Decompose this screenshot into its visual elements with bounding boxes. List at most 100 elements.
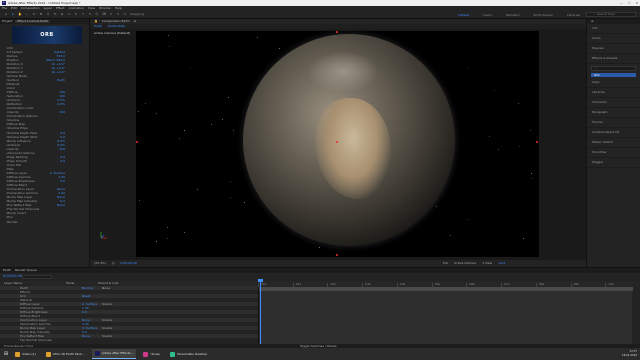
type-tool-icon[interactable]: T: [81, 13, 85, 17]
resolution-dropdown[interactable]: Full: [443, 262, 448, 265]
snapping-label[interactable]: Snapping: [130, 13, 144, 16]
eraser-tool-icon[interactable]: ⌫: [102, 13, 106, 17]
orbit-tool-icon[interactable]: ↻: [32, 13, 36, 17]
layer-mode[interactable]: Normal: [82, 286, 102, 290]
zoom-tool-icon[interactable]: ⌕: [25, 13, 29, 17]
dolly-tool-icon[interactable]: ⇕: [46, 13, 50, 17]
column-parent[interactable]: Parent & Link: [98, 281, 118, 285]
playhead-indicator[interactable]: [258, 279, 263, 345]
brush-tool-icon[interactable]: ✎: [88, 13, 92, 17]
effect-property-value[interactable]: 0x +0.0°: [52, 70, 65, 74]
menu-help[interactable]: Help: [115, 7, 122, 10]
tab-timeline-earth[interactable]: Earth: [3, 269, 11, 272]
layer-mode[interactable]: None: [82, 334, 102, 338]
system-clock[interactable]: 13:37 18-01-2022: [622, 349, 637, 359]
taskbar-app-button[interactable]: Ultra 3D Earth Pack...: [43, 349, 88, 359]
exposure-value[interactable]: +0.0: [498, 262, 505, 265]
comp-breadcrumb-earthrotate[interactable]: Earthrotate: [108, 25, 125, 28]
effect-property-value[interactable]: Earth: [57, 78, 65, 82]
effect-property-value[interactable]: 0.0: [60, 180, 65, 183]
composition-canvas[interactable]: [136, 31, 539, 257]
tab-effect-controls[interactable]: Effect Controls Earth: [15, 20, 51, 23]
view-layout-dropdown[interactable]: 1 View: [482, 262, 492, 265]
selection-tool-icon[interactable]: ➤: [11, 13, 15, 17]
roto-brush-tool-icon[interactable]: ✐: [109, 13, 113, 17]
tab-project[interactable]: Project: [2, 20, 12, 23]
layer-parent[interactable]: Source: [102, 318, 122, 322]
tab-composition[interactable]: Composition Earth: [102, 20, 130, 23]
panel-item[interactable]: Paragraph: [587, 108, 640, 118]
camera-snapshot-icon[interactable]: ◎: [112, 262, 115, 265]
panel-item[interactable]: Tracker: [587, 118, 640, 128]
effect-property-value[interactable]: None: [57, 204, 65, 207]
viewer-timecode[interactable]: 0;00;00;00: [121, 262, 137, 265]
taskbar-app-button[interactable]: Video (2): [12, 349, 39, 359]
rectangle-tool-icon[interactable]: ▭: [67, 13, 71, 17]
panel-item[interactable]: Info: [587, 24, 640, 34]
close-icon[interactable]: ✕: [635, 1, 638, 5]
panel-item[interactable]: Content-Aware Fill: [587, 128, 640, 138]
tab-render-queue[interactable]: Render Queue: [15, 269, 37, 272]
layer-row[interactable]: Flip Normal Channels: [0, 338, 258, 342]
menu-animation[interactable]: Animation: [69, 7, 84, 10]
effect-property-row[interactable]: › Render: [0, 220, 89, 224]
menu-view[interactable]: View: [88, 7, 95, 10]
column-layer-name[interactable]: Layer Name: [4, 281, 22, 285]
taskbar-app-button[interactable]: Streamlabs Desktop: [167, 349, 210, 359]
panel-item[interactable]: Preview: [587, 44, 640, 54]
menu-file[interactable]: File: [2, 7, 7, 10]
hand-tool-icon[interactable]: ✋: [18, 13, 22, 17]
effects-search-input[interactable]: ⌕: [591, 66, 636, 71]
timeline-tracks[interactable]: [258, 287, 633, 344]
effect-property-value[interactable]: 0.0%: [57, 103, 65, 106]
rotate-tool-icon[interactable]: ⟲: [53, 13, 57, 17]
panel-item[interactable]: Smoother: [587, 148, 640, 158]
effect-property-value[interactable]: 100: [59, 147, 65, 151]
windows-start-icon[interactable]: ⊞: [2, 351, 10, 357]
layer-parent[interactable]: Source: [102, 326, 122, 330]
bounding-handle-top[interactable]: [336, 31, 338, 33]
menu-composition[interactable]: Composition: [21, 7, 40, 10]
pan-tool-icon[interactable]: ✥: [39, 13, 43, 17]
panel-item[interactable]: Align: [587, 78, 640, 88]
help-search-input[interactable]: ⌕ Search Help: [586, 12, 636, 17]
layer-parent[interactable]: Source: [102, 302, 122, 306]
bounding-handle-right[interactable]: [536, 141, 538, 143]
menu-effect[interactable]: Effect: [56, 7, 65, 10]
taskbar-app-button[interactable]: iTunes: [140, 349, 162, 359]
bounding-handle-bottom[interactable]: [336, 254, 338, 256]
panel-item[interactable]: Character: [587, 98, 640, 108]
panel-menu-icon[interactable]: ≡: [591, 20, 594, 23]
comp-breadcrumb-earth[interactable]: Earth: [94, 25, 102, 28]
clone-stamp-tool-icon[interactable]: ⎘: [95, 13, 99, 17]
pan-behind-tool-icon[interactable]: ⊕: [60, 13, 64, 17]
menu-window[interactable]: Window: [99, 7, 111, 10]
effect-property-value[interactable]: 0.0: [60, 159, 65, 163]
layer-mode[interactable]: Reset: [82, 294, 102, 298]
minimize-icon[interactable]: —: [620, 1, 623, 5]
workspace-libraries[interactable]: Libraries: [567, 13, 580, 17]
panel-item[interactable]: Motion Sketch: [587, 138, 640, 148]
earth-globe[interactable]: [243, 34, 455, 246]
effect-property-value[interactable]: 100: [59, 111, 65, 114]
layer-parent[interactable]: None: [102, 286, 122, 290]
puppet-tool-icon[interactable]: ✶: [116, 13, 120, 17]
menu-layer[interactable]: Layer: [44, 7, 52, 10]
maximize-icon[interactable]: ☐: [628, 1, 631, 5]
layer-parent[interactable]: Source: [102, 334, 122, 338]
panel-item[interactable]: Libraries: [587, 88, 640, 98]
home-icon[interactable]: ⌂: [4, 13, 8, 17]
menu-edit[interactable]: Edit: [11, 7, 17, 10]
camera-view-dropdown[interactable]: Active Camera: [454, 262, 476, 265]
snapping-toggle-icon[interactable]: ☐: [123, 13, 127, 17]
zoom-dropdown[interactable]: (33.3%): [94, 262, 106, 265]
timeline-search-input[interactable]: [22, 275, 52, 279]
panel-item[interactable]: Effects & Presets: [587, 54, 640, 64]
layer-duration-bar[interactable]: [259, 287, 633, 291]
workspace-default[interactable]: Default: [458, 13, 469, 17]
panel-item[interactable]: Audio: [587, 34, 640, 44]
bounding-handle-left[interactable]: [136, 141, 138, 143]
layer-mode[interactable]: 0.0: [82, 310, 102, 314]
pen-tool-icon[interactable]: ✒: [74, 13, 78, 17]
lock-icon[interactable]: 🔒: [94, 20, 98, 23]
